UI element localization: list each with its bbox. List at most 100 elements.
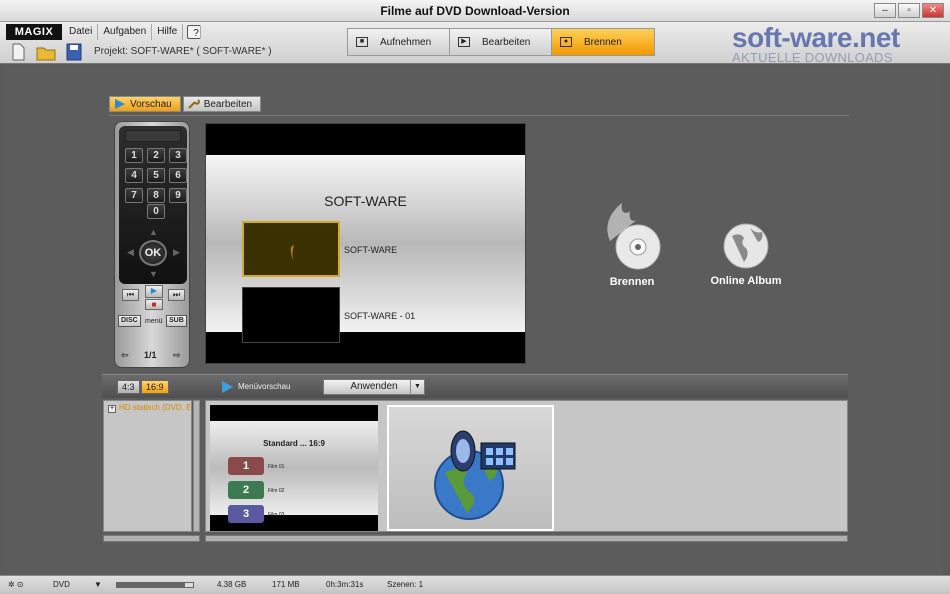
preview-title: SOFT-WARE bbox=[324, 193, 407, 209]
template-button-label-1: Film 01 bbox=[268, 464, 285, 470]
tab-bearbeiten[interactable]: Bearbeiten bbox=[182, 96, 262, 112]
remote-key-0[interactable]: 0 bbox=[147, 204, 165, 219]
arrow-right-icon[interactable]: ▶ bbox=[173, 247, 180, 258]
gallery-horizontal-scrollbar[interactable] bbox=[205, 535, 848, 542]
edit-icon: ▶ bbox=[458, 37, 470, 47]
template-button-2: 2 bbox=[228, 481, 264, 499]
tree-item[interactable]: + HD statisch (DVD, B bbox=[108, 403, 190, 413]
remote-key-3[interactable]: 3 bbox=[169, 148, 187, 163]
target-online-album-label: Online Album bbox=[710, 275, 782, 287]
ratio-16-9[interactable]: 16:9 bbox=[141, 380, 169, 394]
template-tree: + HD statisch (DVD, B bbox=[103, 400, 192, 532]
mode-aufnehmen[interactable]: ■ Aufnehmen bbox=[348, 29, 450, 55]
remote-key-5[interactable]: 5 bbox=[147, 168, 165, 183]
title-bar: Filme auf DVD Download-Version – ▫ ✕ bbox=[0, 0, 950, 22]
remote-display bbox=[125, 130, 181, 142]
remote-key-6[interactable]: 6 bbox=[169, 168, 187, 183]
watermark-subtitle: AKTUELLE DOWNLOADS bbox=[732, 50, 893, 65]
template-button-3: 3 bbox=[228, 505, 264, 523]
chevron-down-icon[interactable]: ▼ bbox=[410, 380, 424, 394]
status-bar: ✲ ⊙ DVD ▼ 4.38 GB 171 MB 0h:3m:31s Szene… bbox=[0, 575, 950, 594]
save-icon[interactable] bbox=[64, 43, 84, 61]
ok-button[interactable]: OK bbox=[139, 240, 167, 266]
watermark: soft-ware.net AKTUELLE DOWNLOADS bbox=[732, 22, 944, 66]
tree-vertical-scrollbar[interactable] bbox=[193, 400, 200, 532]
template-button-label-2: Film 02 bbox=[268, 488, 285, 494]
file-toolbar bbox=[8, 43, 84, 61]
remote-key-2[interactable]: 2 bbox=[147, 148, 165, 163]
burn-icon: ● bbox=[560, 37, 572, 47]
remote-key-4[interactable]: 4 bbox=[125, 168, 143, 183]
minimize-button[interactable]: – bbox=[874, 3, 896, 18]
skip-forward-icon[interactable]: ⏭ bbox=[168, 289, 185, 301]
media-globe-icon bbox=[434, 430, 516, 520]
format-dropdown-icon[interactable]: ▼ bbox=[94, 580, 102, 589]
template-standard[interactable]: Standard ... 16:9 1 Film 01 2 Film 02 3 … bbox=[210, 405, 378, 531]
maximize-button[interactable]: ▫ bbox=[898, 3, 920, 18]
template-toolbar: 4:3 16:9 Menüvorschau Anwenden ▼ bbox=[102, 374, 848, 398]
next-page-icon[interactable]: ⇨ bbox=[173, 350, 181, 361]
template-title: Standard ... 16:9 bbox=[263, 439, 325, 448]
page-indicator: 1/1 bbox=[144, 350, 157, 360]
status-scenes: Szenen: 1 bbox=[387, 580, 424, 589]
record-icon: ■ bbox=[356, 37, 368, 47]
close-button[interactable]: ✕ bbox=[922, 3, 944, 18]
mode-brennen[interactable]: ● Brennen bbox=[552, 29, 654, 55]
preview-thumbnail-2[interactable] bbox=[242, 287, 340, 343]
menu-preview-play-icon[interactable] bbox=[222, 381, 233, 393]
mode-switcher: ■ Aufnehmen ▶ Bearbeiten ● Brennen bbox=[347, 28, 655, 56]
apply-label: Anwenden bbox=[350, 381, 398, 392]
window-controls: – ▫ ✕ bbox=[874, 3, 944, 18]
burn-disc-icon bbox=[607, 203, 661, 270]
remote-key-1[interactable]: 1 bbox=[125, 148, 143, 163]
arrow-left-icon[interactable]: ◀ bbox=[127, 247, 134, 258]
remote-control: 1 2 3 4 5 6 7 8 9 0 ▲ ◀ ▶ ▼ OK ⏮ ▶ ■ ⏭ D… bbox=[114, 121, 190, 368]
template-canvas: Standard ... 16:9 1 Film 01 2 Film 02 3 … bbox=[210, 421, 378, 523]
ratio-4-3[interactable]: 4:3 bbox=[117, 380, 140, 394]
remote-keypad: 1 2 3 4 5 6 7 8 9 bbox=[125, 148, 187, 203]
preview-item-label-1[interactable]: SOFT-WARE bbox=[344, 245, 397, 255]
wrench-icon bbox=[187, 99, 200, 109]
prev-page-icon[interactable]: ⇦ bbox=[121, 350, 129, 361]
new-file-icon[interactable] bbox=[8, 43, 28, 61]
menu-preview-label[interactable]: Menüvorschau bbox=[238, 382, 290, 391]
target-online-album[interactable]: Online Album bbox=[707, 220, 785, 287]
play-button[interactable]: ▶ bbox=[145, 285, 163, 298]
top-toolbar: MAGIX Datei Aufgaben Hilfe ? Projekt: SO… bbox=[0, 22, 950, 66]
sub-button[interactable]: SUB bbox=[166, 315, 187, 327]
remote-key-7[interactable]: 7 bbox=[125, 188, 143, 203]
template-button-1: 1 bbox=[228, 457, 264, 475]
playback-controls: ⏮ ▶ ■ ⏭ bbox=[119, 285, 187, 310]
skip-back-icon[interactable]: ⏮ bbox=[122, 289, 139, 301]
remote-key-9[interactable]: 9 bbox=[169, 188, 187, 203]
expand-icon[interactable]: + bbox=[108, 405, 116, 413]
mode-bearbeiten[interactable]: ▶ Bearbeiten bbox=[450, 29, 552, 55]
subtabs: Vorschau Bearbeiten bbox=[109, 96, 262, 112]
remote-face: 1 2 3 4 5 6 7 8 9 0 ▲ ◀ ▶ ▼ OK bbox=[119, 126, 187, 284]
menu-item-aufgaben[interactable]: Aufgaben bbox=[98, 24, 153, 40]
arrow-down-icon[interactable]: ▼ bbox=[149, 269, 158, 279]
menu-preview: SOFT-WARE SOFT-WARE SOFT-WARE - 01 bbox=[205, 123, 526, 364]
template-media-globe[interactable] bbox=[387, 405, 554, 531]
main-panel: Vorschau Bearbeiten 1 2 3 4 5 6 7 8 9 0 … bbox=[7, 65, 943, 577]
menu-item-hilfe[interactable]: Hilfe bbox=[152, 24, 184, 40]
stop-button[interactable]: ■ bbox=[145, 299, 163, 310]
help-icon[interactable]: ? bbox=[187, 25, 202, 39]
template-button-label-3: Film 03 bbox=[268, 512, 285, 518]
tab-vorschau[interactable]: Vorschau bbox=[109, 96, 181, 112]
thumbnail-figure-icon bbox=[290, 245, 294, 261]
preview-item-label-2[interactable]: SOFT-WARE - 01 bbox=[344, 311, 415, 321]
open-folder-icon[interactable] bbox=[36, 43, 56, 61]
target-brennen[interactable]: Brennen bbox=[589, 201, 675, 288]
preview-canvas: SOFT-WARE SOFT-WARE SOFT-WARE - 01 bbox=[206, 155, 525, 343]
template-gallery: Standard ... 16:9 1 Film 01 2 Film 02 3 … bbox=[205, 400, 848, 532]
arrow-up-icon[interactable]: ▲ bbox=[149, 227, 158, 237]
apply-dropdown[interactable]: Anwenden ▼ bbox=[323, 379, 425, 395]
disc-button[interactable]: DISC bbox=[118, 315, 141, 327]
preview-thumbnail-1[interactable] bbox=[242, 221, 340, 277]
tree-horizontal-scrollbar[interactable] bbox=[103, 535, 200, 542]
remote-key-8[interactable]: 8 bbox=[147, 188, 165, 203]
menu-item-datei[interactable]: Datei bbox=[64, 24, 99, 40]
menu-button[interactable]: menü bbox=[145, 318, 163, 325]
settings-icon[interactable]: ✲ ⊙ bbox=[8, 580, 24, 589]
